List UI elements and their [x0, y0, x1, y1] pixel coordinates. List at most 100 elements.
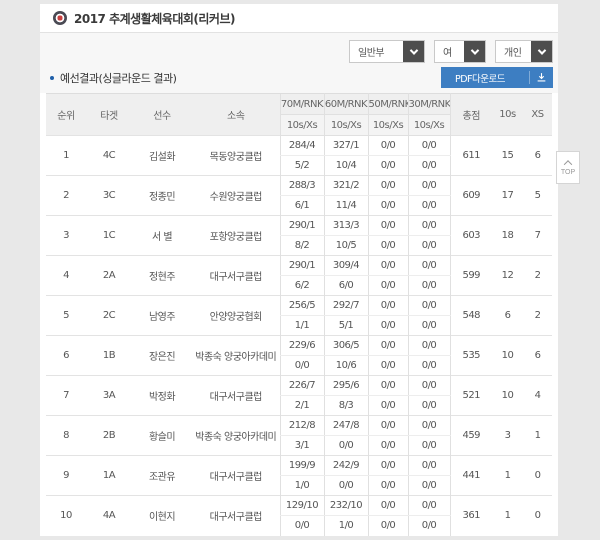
tens-cell: 1: [492, 496, 523, 536]
tensxs-30m-cell: 0/0: [408, 436, 450, 456]
player-cell: 이현지: [132, 496, 192, 536]
team-cell: 박종숙 양궁아카데미: [192, 336, 280, 376]
team-cell: 수원양궁클럽: [192, 176, 280, 216]
results-table-wrap: 순위 타겟 선수 소속 70M/RNK 60M/RNK 50M/RNK 30M/…: [40, 93, 558, 536]
header-player: 선수: [132, 94, 192, 136]
tensxs-30m-cell: 0/0: [408, 476, 450, 496]
score-30m-cell: 0/0: [408, 416, 450, 436]
score-50m-cell: 0/0: [368, 496, 408, 516]
tensxs-60m-cell: 0/0: [324, 436, 368, 456]
subheader-70m: 10s/Xs: [280, 115, 324, 136]
tensxs-70m-cell: 0/0: [280, 356, 324, 376]
title-bar: 2017 추계생활체육대회(리커브): [40, 4, 558, 33]
tens-cell: 18: [492, 216, 523, 256]
xs-cell: 4: [523, 376, 552, 416]
table-row: 10 4A 이현지 대구서구클럽 129/10 232/10 0/0 0/0 3…: [46, 496, 552, 516]
score-30m-cell: 0/0: [408, 456, 450, 476]
rank-cell: 10: [46, 496, 86, 536]
table-row: 6 1B 장은진 박종숙 양궁아카데미 229/6 306/5 0/0 0/0 …: [46, 336, 552, 356]
rank-cell: 9: [46, 456, 86, 496]
total-cell: 361: [450, 496, 492, 536]
score-30m-cell: 0/0: [408, 496, 450, 516]
tensxs-50m-cell: 0/0: [368, 436, 408, 456]
score-60m-cell: 306/5: [324, 336, 368, 356]
player-cell: 남영주: [132, 296, 192, 336]
filter-row: 일반부 여 개인: [40, 33, 558, 64]
tensxs-30m-cell: 0/0: [408, 196, 450, 216]
archery-target-icon: [53, 11, 67, 25]
gender-select[interactable]: 여: [434, 40, 486, 63]
table-row: 1 4C 김설화 목동양궁클럽 284/4 327/1 0/0 0/0 611 …: [46, 136, 552, 156]
team-cell: 목동양궁클럽: [192, 136, 280, 176]
target-cell: 3A: [86, 376, 132, 416]
rank-cell: 5: [46, 296, 86, 336]
score-60m-cell: 313/3: [324, 216, 368, 236]
results-body: 1 4C 김설화 목동양궁클럽 284/4 327/1 0/0 0/0 611 …: [46, 136, 552, 536]
target-cell: 1B: [86, 336, 132, 376]
tensxs-30m-cell: 0/0: [408, 276, 450, 296]
tensxs-70m-cell: 6/1: [280, 196, 324, 216]
division-select-value: 일반부: [350, 44, 384, 59]
player-cell: 서 별: [132, 216, 192, 256]
score-50m-cell: 0/0: [368, 136, 408, 156]
header-total: 총점: [450, 94, 492, 136]
score-30m-cell: 0/0: [408, 296, 450, 316]
table-row: 3 1C 서 별 포항양궁클럽 290/1 313/3 0/0 0/0 603 …: [46, 216, 552, 236]
tensxs-30m-cell: 0/0: [408, 316, 450, 336]
total-cell: 603: [450, 216, 492, 256]
player-cell: 김설화: [132, 136, 192, 176]
total-cell: 521: [450, 376, 492, 416]
table-row: 8 2B 황슬미 박종숙 양궁아카데미 212/8 247/8 0/0 0/0 …: [46, 416, 552, 436]
score-60m-cell: 321/2: [324, 176, 368, 196]
pdf-download-button[interactable]: PDF다운로드: [441, 67, 553, 88]
score-70m-cell: 199/9: [280, 456, 324, 476]
xs-cell: 6: [523, 136, 552, 176]
total-cell: 599: [450, 256, 492, 296]
score-70m-cell: 212/8: [280, 416, 324, 436]
score-70m-cell: 290/1: [280, 256, 324, 276]
score-60m-cell: 292/7: [324, 296, 368, 316]
score-50m-cell: 0/0: [368, 216, 408, 236]
tensxs-50m-cell: 0/0: [368, 476, 408, 496]
table-row: 7 3A 박정화 대구서구클럽 226/7 295/6 0/0 0/0 521 …: [46, 376, 552, 396]
scroll-to-top-label: TOP: [561, 169, 575, 176]
player-cell: 황슬미: [132, 416, 192, 456]
score-70m-cell: 284/4: [280, 136, 324, 156]
rank-cell: 8: [46, 416, 86, 456]
total-cell: 441: [450, 456, 492, 496]
chevron-up-icon: [564, 160, 572, 168]
team-cell: 대구서구클럽: [192, 456, 280, 496]
subheader-30m: 10s/Xs: [408, 115, 450, 136]
tens-cell: 12: [492, 256, 523, 296]
section-label: 예선결과(싱글라운드 결과): [60, 70, 176, 86]
subheader-50m: 10s/Xs: [368, 115, 408, 136]
tensxs-70m-cell: 1/1: [280, 316, 324, 336]
table-row: 2 3C 정종민 수원양궁클럽 288/3 321/2 0/0 0/0 609 …: [46, 176, 552, 196]
subheader-60m: 10s/Xs: [324, 115, 368, 136]
score-50m-cell: 0/0: [368, 256, 408, 276]
score-60m-cell: 247/8: [324, 416, 368, 436]
bullet-icon: [50, 76, 54, 80]
score-30m-cell: 0/0: [408, 176, 450, 196]
score-30m-cell: 0/0: [408, 256, 450, 276]
tensxs-70m-cell: 5/2: [280, 156, 324, 176]
total-cell: 548: [450, 296, 492, 336]
division-select[interactable]: 일반부: [349, 40, 425, 63]
content-card: 2017 추계생활체육대회(리커브) 일반부 여 개인 예선결과(싱글라운드 결…: [40, 4, 558, 535]
score-60m-cell: 327/1: [324, 136, 368, 156]
target-cell: 2B: [86, 416, 132, 456]
xs-cell: 0: [523, 496, 552, 536]
xs-cell: 2: [523, 256, 552, 296]
score-50m-cell: 0/0: [368, 176, 408, 196]
page-title: 2017 추계생활체육대회(리커브): [74, 10, 235, 27]
scroll-to-top-button[interactable]: TOP: [556, 151, 580, 184]
rank-cell: 3: [46, 216, 86, 256]
player-cell: 장은진: [132, 336, 192, 376]
section-title: 예선결과(싱글라운드 결과): [50, 70, 176, 86]
tensxs-50m-cell: 0/0: [368, 316, 408, 336]
xs-cell: 5: [523, 176, 552, 216]
total-cell: 459: [450, 416, 492, 456]
tensxs-60m-cell: 0/0: [324, 476, 368, 496]
score-50m-cell: 0/0: [368, 376, 408, 396]
event-type-select[interactable]: 개인: [495, 40, 553, 63]
